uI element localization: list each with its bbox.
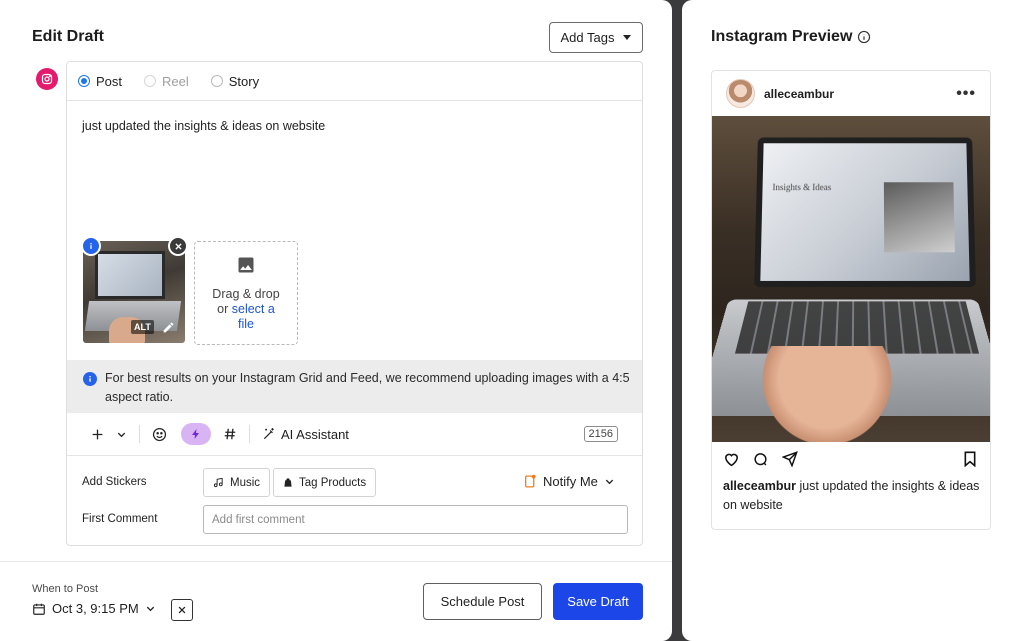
hand-graphic [752, 346, 902, 442]
notify-me-dropdown[interactable]: Notify Me [524, 474, 615, 489]
post-type-label: Reel [162, 73, 189, 89]
screen-photo-graphic [883, 182, 955, 253]
heart-icon[interactable] [723, 451, 740, 467]
page-title: Edit Draft [32, 28, 104, 45]
ig-caption: alleceambur just updated the insights & … [723, 477, 981, 515]
media-thumbnail[interactable]: ALT [83, 241, 185, 343]
lightning-bolt-icon[interactable] [181, 423, 211, 445]
add-stickers-label: Add Stickers [82, 476, 147, 488]
avatar [726, 79, 755, 108]
preview-title-text: Instagram Preview [711, 28, 853, 45]
schedule-post-button[interactable]: Schedule Post [423, 583, 542, 620]
music-label: Music [230, 476, 261, 489]
post-type-reel[interactable]: Reel [144, 74, 189, 89]
toolbar-divider [249, 425, 250, 443]
bookmark-icon[interactable] [963, 451, 977, 467]
media-dropzone[interactable]: Drag & drop or select a file [194, 241, 298, 345]
instagram-preview-panel: Instagram Preview alleceambur ••• Insigh… [682, 0, 1023, 641]
add-tags-button[interactable]: Add Tags [549, 22, 643, 53]
ig-caption-username: alleceambur [723, 479, 796, 493]
chevron-down-icon [605, 479, 614, 485]
ig-post-header: alleceambur ••• [712, 71, 990, 116]
notify-me-label: Notify Me [543, 474, 598, 489]
info-icon [83, 372, 97, 386]
ai-assistant-label: AI Assistant [281, 426, 349, 442]
tag-products-button[interactable]: Tag Products [273, 468, 377, 497]
chevron-down-icon[interactable] [116, 429, 127, 440]
alt-text-button[interactable]: ALT [131, 320, 154, 334]
radio-icon [144, 75, 157, 87]
first-comment-label: First Comment [82, 513, 158, 525]
post-type-post[interactable]: Post [78, 74, 122, 89]
hashtag-icon[interactable] [223, 427, 237, 441]
first-comment-input[interactable] [203, 505, 628, 534]
calendar-icon [33, 603, 45, 615]
laptop-screen-graphic [95, 251, 165, 299]
ai-assistant-button[interactable]: AI Assistant [262, 427, 349, 442]
save-draft-button[interactable]: Save Draft [553, 583, 643, 620]
dropzone-prefix: or [217, 301, 232, 316]
add-icon[interactable] [91, 428, 104, 441]
post-type-story[interactable]: Story [210, 73, 260, 89]
info-icon[interactable] [857, 30, 871, 44]
edit-draft-panel: Edit Draft Add Tags Post Reel Story just… [0, 0, 672, 641]
post-type-selector: Post Reel Story [67, 62, 642, 101]
composer-toolbar: AI Assistant 2156 [67, 413, 642, 456]
music-sticker-button[interactable]: Music [203, 468, 271, 497]
post-type-label: Story [228, 73, 260, 89]
image-icon [236, 255, 256, 279]
chevron-down-icon [146, 606, 154, 612]
caption-text-area[interactable]: just updated the insights & ideas on web… [82, 119, 325, 133]
clear-date-button[interactable] [171, 599, 193, 621]
ig-action-bar [712, 449, 990, 473]
post-date-value: Oct 3, 9:15 PM [52, 601, 139, 616]
toolbar-divider [139, 425, 140, 443]
select-file-link[interactable]: select a [232, 302, 275, 316]
instagram-icon [36, 68, 58, 90]
dropzone-line2: or select a [217, 302, 275, 317]
radio-checked-icon [78, 75, 90, 87]
emoji-icon[interactable] [152, 427, 167, 442]
caret-down-icon [623, 35, 632, 40]
share-icon[interactable] [782, 451, 798, 467]
more-options-icon[interactable]: ••• [956, 85, 976, 103]
ig-username: alleceambur [764, 86, 835, 101]
post-date-picker[interactable]: Oct 3, 9:15 PM [32, 601, 156, 616]
dropzone-line1: Drag & drop [212, 286, 280, 301]
ig-post-image: Insights & Ideas [712, 116, 990, 442]
instagram-post-card: alleceambur ••• Insights & Ideas allecea… [711, 70, 991, 530]
preview-title: Instagram Preview [711, 28, 871, 46]
add-tags-label: Add Tags [560, 30, 615, 45]
remove-media-icon[interactable] [168, 236, 188, 256]
close-icon [178, 606, 186, 614]
character-count-badge: 2156 [583, 426, 618, 442]
media-info-icon[interactable] [81, 236, 101, 256]
pencil-icon[interactable] [159, 318, 177, 336]
select-file-link-end[interactable]: file [238, 317, 254, 332]
radio-icon [210, 75, 223, 87]
post-type-label: Post [96, 73, 123, 89]
footer-divider [0, 561, 672, 562]
post-composer: Post Reel Story just updated the insight… [66, 61, 643, 546]
aspect-ratio-notice: For best results on your Instagram Grid … [67, 360, 642, 413]
comment-icon[interactable] [753, 452, 768, 467]
laptop-screen-graphic: Insights & Ideas [754, 137, 976, 288]
tag-products-label: Tag Products [299, 476, 367, 489]
when-to-post-label: When to Post [32, 583, 99, 595]
notice-text: For best results on your Instagram Grid … [105, 371, 630, 404]
screen-heading: Insights & Ideas [772, 182, 832, 193]
